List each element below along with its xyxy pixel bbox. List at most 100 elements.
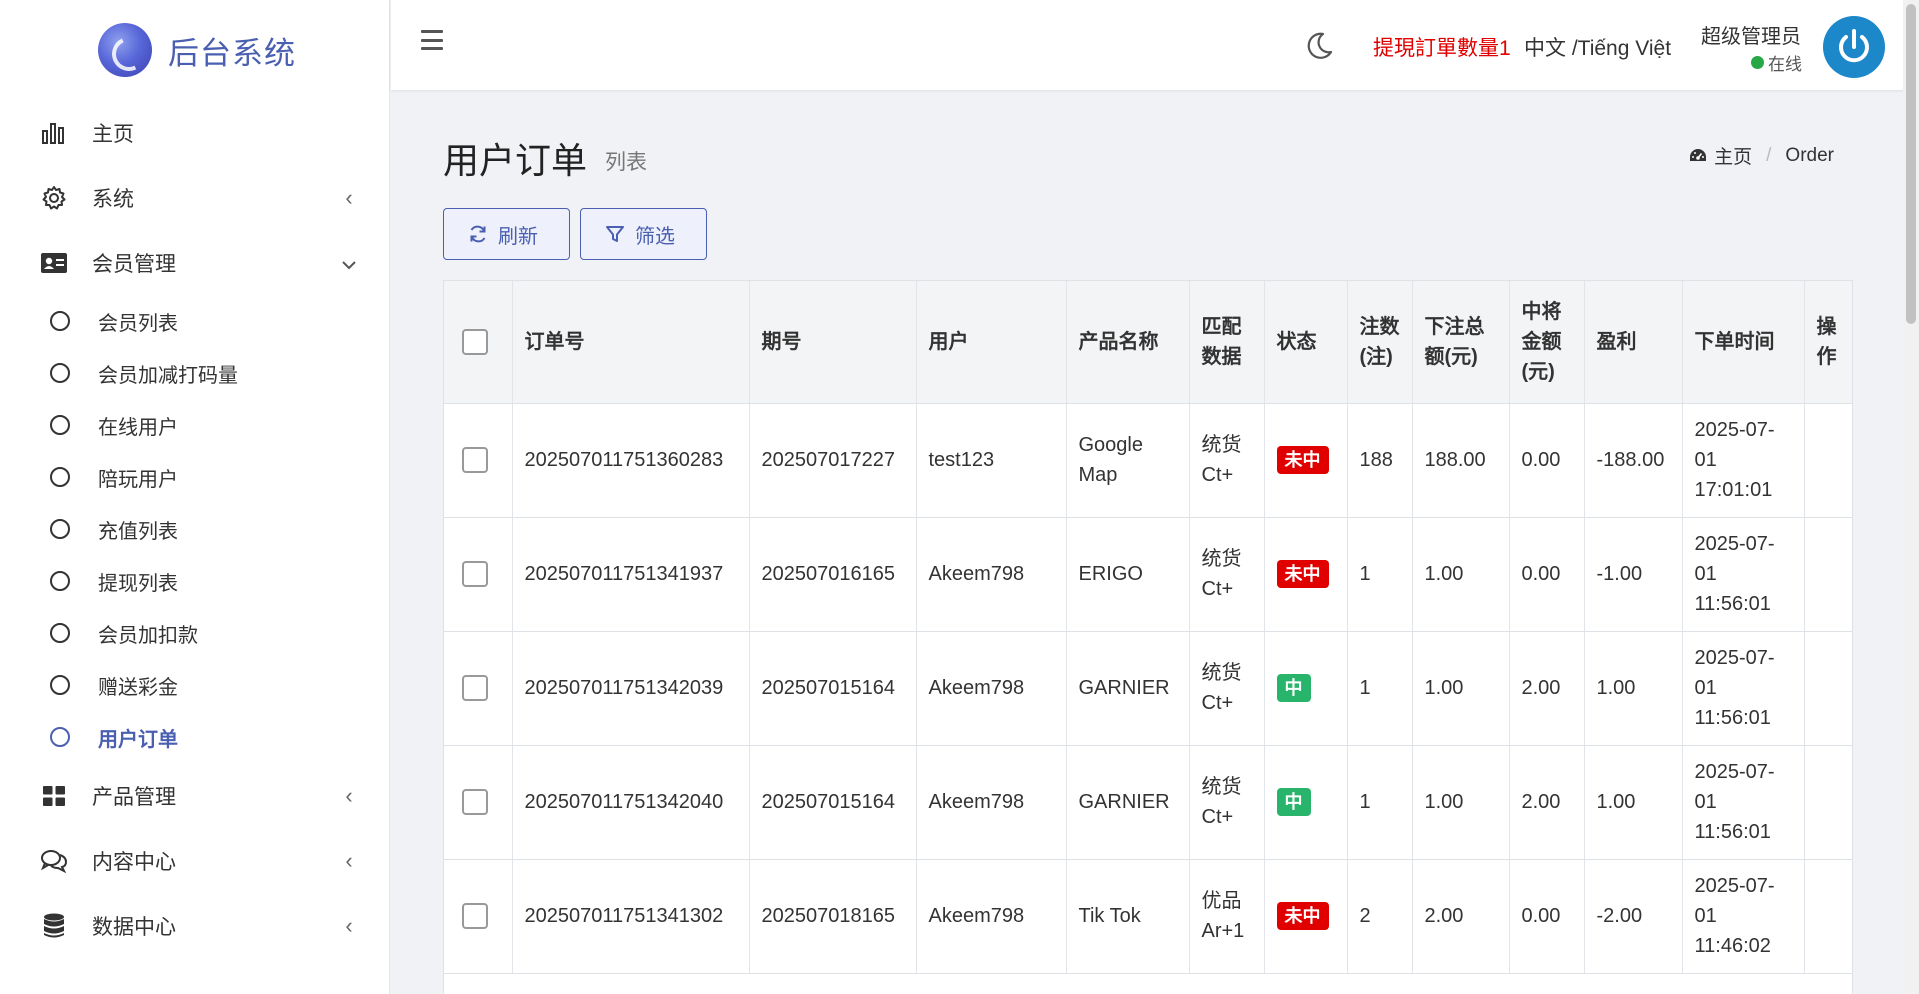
col-header[interactable]: 注数(注): [1347, 281, 1413, 404]
top-header: 提現訂單數量1 中文 /Tiếng Việt 超级管理员 在线: [391, 0, 1919, 90]
main-content: 用户订单 列表 主页 / Order 刷新 筛选 订单号 期号 用户 产品名称: [391, 90, 1919, 994]
product-cell: GARNIER: [1066, 631, 1190, 746]
actions-cell[interactable]: [1804, 859, 1852, 974]
sidebar-subitem-withdraw-list[interactable]: 提现列表: [0, 555, 389, 607]
filter-button[interactable]: 筛选: [580, 208, 707, 260]
language-switch[interactable]: 中文 /Tiếng Việt: [1524, 32, 1671, 62]
status-cell: 中: [1264, 745, 1348, 860]
col-header[interactable]: 状态: [1264, 281, 1348, 404]
refresh-button-label: 刷新: [498, 225, 538, 248]
status-badge: 中: [1276, 674, 1311, 702]
col-header[interactable]: 期号: [749, 281, 917, 404]
sidebar-item-label: 主页: [92, 122, 134, 146]
sidebar-subitem-member-adjust[interactable]: 会员加扣款: [0, 607, 389, 659]
order-cell: 202507011751341937: [512, 517, 750, 632]
col-header[interactable]: 产品名称: [1066, 281, 1190, 404]
prize-cell: 2.00: [1509, 745, 1585, 860]
moon-icon[interactable]: [1303, 30, 1335, 62]
row-select-cell: [444, 859, 513, 974]
count-cell: 2: [1347, 859, 1413, 974]
status-badge: 未中: [1276, 902, 1329, 930]
sidebar-subitem-bonus[interactable]: 赠送彩金: [0, 659, 389, 711]
profit-cell: -1.00: [1584, 517, 1683, 632]
row-checkbox[interactable]: [462, 675, 488, 701]
sidebar-item-content[interactable]: 内容中心 ‹: [0, 828, 389, 893]
col-header[interactable]: 匹配数据: [1189, 281, 1265, 404]
table-row[interactable]: 202507011751342039 202507015164 Akeem798 GA…: [444, 631, 1852, 746]
select-all-cell: [444, 281, 513, 404]
row-checkbox[interactable]: [462, 561, 488, 587]
chevron-left-icon: ‹: [345, 912, 353, 938]
bet-cell: 1.00: [1412, 745, 1510, 860]
refresh-button[interactable]: 刷新: [443, 208, 570, 260]
sidebar-subitem-member-list[interactable]: 会员列表: [0, 295, 389, 347]
table-row[interactable]: 202507011751341302 202507018165 Akeem798 Ti…: [444, 859, 1852, 974]
table-row[interactable]: 202507011751341937 202507016165 Akeem798 ER…: [444, 517, 1852, 632]
col-header[interactable]: 用户: [916, 281, 1067, 404]
period-cell: 202507017227: [749, 403, 917, 518]
page-scrollbar[interactable]: [1903, 0, 1919, 994]
profit-cell: 1.00: [1584, 745, 1683, 860]
breadcrumb-home[interactable]: 主页: [1714, 142, 1752, 169]
table-row[interactable]: 202507011751342040 202507015164 Akeem798 GA…: [444, 745, 1852, 860]
prize-cell: 2.00: [1509, 631, 1585, 746]
actions-cell[interactable]: [1804, 745, 1852, 860]
sidebar-subitem-label: 充值列表: [98, 520, 178, 543]
period-cell: 202507016165: [749, 517, 917, 632]
time-cell: 2025-07-01 11:56:01: [1682, 517, 1805, 632]
circle-icon: [50, 415, 70, 435]
row-checkbox[interactable]: [462, 447, 488, 473]
sidebar-subitem-companion-users[interactable]: 陪玩用户: [0, 451, 389, 503]
col-header[interactable]: 操作: [1804, 281, 1852, 404]
select-all-checkbox[interactable]: [462, 328, 488, 355]
scrollbar-thumb[interactable]: [1906, 4, 1916, 324]
order-cell: 202507011751342039: [512, 631, 750, 746]
refresh-icon: [470, 225, 486, 243]
col-header[interactable]: 下单时间: [1682, 281, 1805, 404]
orders-table-container: 订单号 期号 用户 产品名称 匹配数据 状态 注数(注) 下注总额(元) 中将金…: [443, 280, 1853, 994]
col-header[interactable]: 中将金额(元): [1509, 281, 1585, 404]
brand[interactable]: 后台系统: [0, 0, 389, 100]
col-header[interactable]: 下注总额(元): [1412, 281, 1510, 404]
col-header[interactable]: 订单号: [512, 281, 750, 404]
sidebar-subitem-online-users[interactable]: 在线用户: [0, 399, 389, 451]
count-cell: 1: [1347, 517, 1413, 632]
sidebar-item-products[interactable]: 产品管理 ‹: [0, 763, 389, 828]
avatar[interactable]: [1823, 16, 1885, 78]
bet-cell: 188.00: [1412, 403, 1510, 518]
time-cell: 2025-07-01 11:56:01: [1682, 631, 1805, 746]
online-dot-icon: [1751, 56, 1764, 69]
user-name[interactable]: 超级管理员: [1701, 20, 1801, 49]
menu-toggle-icon[interactable]: [421, 30, 443, 50]
sidebar-subitem-recharge-list[interactable]: 充值列表: [0, 503, 389, 555]
match-cell: 统货Ct+: [1189, 403, 1265, 518]
table-row[interactable]: 202507011751360283 202507017227 test123 Goo…: [444, 403, 1852, 518]
withdraw-notice-link[interactable]: 提現訂單數量1: [1373, 32, 1511, 62]
match-cell: 统货Ct+: [1189, 631, 1265, 746]
gear-icon: [40, 184, 68, 212]
user-cell: Akeem798: [916, 631, 1067, 746]
comments-icon: [40, 847, 68, 875]
col-header[interactable]: 盈利: [1584, 281, 1683, 404]
actions-cell[interactable]: [1804, 403, 1852, 518]
row-checkbox[interactable]: [462, 789, 488, 815]
sidebar-subitem-user-orders[interactable]: 用户订单: [0, 711, 389, 763]
prize-cell: 0.00: [1509, 403, 1585, 518]
sidebar-item-home[interactable]: 主页: [0, 100, 389, 165]
actions-cell[interactable]: [1804, 631, 1852, 746]
sidebar-subitem-member-wager[interactable]: 会员加减打码量: [0, 347, 389, 399]
status-cell: 未中: [1264, 517, 1348, 632]
sidebar-item-members[interactable]: 会员管理: [0, 230, 389, 295]
user-cell: Akeem798: [916, 745, 1067, 860]
sidebar-item-data[interactable]: 数据中心 ‹: [0, 893, 389, 958]
sidebar-item-system[interactable]: 系统 ‹: [0, 165, 389, 230]
table-header-row: 订单号 期号 用户 产品名称 匹配数据 状态 注数(注) 下注总额(元) 中将金…: [444, 281, 1852, 404]
circle-icon: [50, 571, 70, 591]
row-checkbox[interactable]: [462, 903, 488, 929]
prize-cell: 0.00: [1509, 517, 1585, 632]
sidebar-item-label: 数据中心: [92, 915, 176, 939]
profit-cell: 1.00: [1584, 631, 1683, 746]
actions-cell[interactable]: [1804, 517, 1852, 632]
grid-icon: [40, 782, 68, 810]
page-title: 用户订单: [443, 140, 588, 181]
